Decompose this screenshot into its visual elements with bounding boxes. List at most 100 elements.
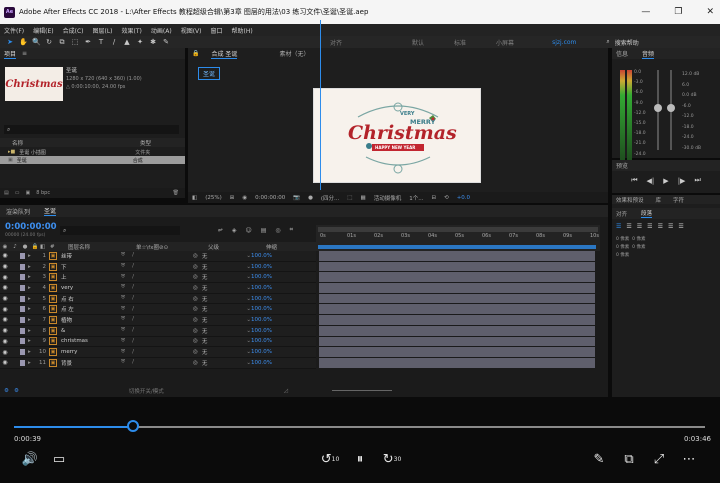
parent-value[interactable]: 无 <box>202 359 208 367</box>
play-icon[interactable]: ▶ <box>663 177 668 185</box>
parent-picker[interactable]: ◎ 无 ⌄ <box>193 273 251 281</box>
library-tab[interactable]: 库 <box>656 196 662 204</box>
label-color-swatch[interactable] <box>20 338 25 345</box>
align-center-icon[interactable]: ☰ <box>626 223 631 230</box>
col-type-header[interactable]: 类型 <box>140 139 151 147</box>
timeline-timecode[interactable]: 0:00:00:00 <box>5 222 57 232</box>
visibility-eye-icon[interactable]: ◉ <box>0 306 10 313</box>
character-tab[interactable]: 字符 <box>673 196 684 204</box>
timeline-zoom-slider[interactable] <box>332 390 392 391</box>
selection-tool-icon[interactable]: ➤ <box>6 38 14 46</box>
layer-name[interactable]: 下 <box>61 263 121 271</box>
hand-tool-icon[interactable]: ✋ <box>19 38 28 46</box>
pick-whip-icon[interactable]: ◎ <box>193 349 198 355</box>
quality-switch-icon[interactable]: / <box>132 274 134 281</box>
quality-switch-icon[interactable]: / <box>132 327 134 334</box>
pick-whip-icon[interactable]: ◎ <box>193 360 198 366</box>
parent-value[interactable]: 无 <box>202 273 208 281</box>
comp-viewer-tab[interactable]: 合成 圣诞 <box>211 49 238 59</box>
label-color-swatch[interactable] <box>20 284 25 291</box>
label-color-swatch[interactable] <box>20 252 25 259</box>
layer-switches[interactable]: ⛨ / <box>121 327 193 334</box>
toggle-switches-modes[interactable]: 切换开关/模式 <box>129 387 164 395</box>
parent-picker[interactable]: ◎ 无 ⌄ <box>193 252 251 260</box>
pick-whip-icon[interactable]: ◎ <box>193 328 198 334</box>
preview-tab[interactable]: 预览 <box>616 161 628 170</box>
annotate-pen-icon[interactable]: ✎ <box>591 450 607 468</box>
layer-name[interactable]: merry <box>61 349 121 355</box>
parent-picker[interactable]: ◎ 无 ⌄ <box>193 327 251 335</box>
parent-picker[interactable]: ◎ 无 ⌄ <box>193 305 251 313</box>
shy-icon[interactable]: ☺ <box>245 227 251 234</box>
menu-help[interactable]: 帮助(H) <box>232 26 253 35</box>
visibility-eye-icon[interactable]: ◉ <box>0 274 10 281</box>
workspace-default[interactable]: 默认 <box>412 38 424 47</box>
quality-switch-icon[interactable]: / <box>132 263 134 270</box>
label-color-swatch[interactable] <box>20 359 25 366</box>
parent-picker[interactable]: ◎ 无 ⌄ <box>193 348 251 356</box>
timeline-layer-row[interactable]: ◉ ▸ 9 ▣ christmas ⛨ / ◎ 无 ⌄ 100.0% <box>0 336 316 348</box>
close-icon[interactable]: ✕ <box>706 7 714 17</box>
frame-blend-icon[interactable]: ▤ <box>261 227 267 234</box>
shy-switch-icon[interactable]: ⛨ <box>121 306 125 313</box>
stretch-value[interactable]: 100.0% <box>251 338 272 344</box>
layer-switches[interactable]: ⛨ / <box>121 263 193 270</box>
layer-name[interactable]: christmas <box>61 338 121 344</box>
layer-switches[interactable]: ⛨ / <box>121 295 193 302</box>
last-frame-icon[interactable]: ⏭ <box>694 176 700 185</box>
col-name-header[interactable]: 名称 <box>0 139 140 147</box>
align-left-icon[interactable]: ☰ <box>616 223 621 230</box>
layer-duration-bar[interactable] <box>319 347 595 358</box>
pick-whip-icon[interactable]: ◎ <box>193 338 198 344</box>
layer-switches[interactable]: ⛨ / <box>121 274 193 281</box>
timeline-layer-row[interactable]: ◉ ▸ 2 ▣ 下 ⛨ / ◎ 无 ⌄ 100.0% <box>0 261 316 273</box>
shy-switch-icon[interactable]: ⛨ <box>121 327 125 334</box>
volume-slider-right[interactable] <box>667 104 675 112</box>
layer-name[interactable]: very <box>61 285 121 291</box>
layer-switches[interactable]: ⛨ / <box>121 338 193 345</box>
exposure-value[interactable]: +0.0 <box>457 195 470 201</box>
new-folder-icon[interactable]: ▭ <box>15 190 20 196</box>
layer-duration-bar[interactable] <box>319 293 595 305</box>
paragraph-tab[interactable]: 段落 <box>641 209 653 218</box>
shy-switch-icon[interactable]: ⛨ <box>121 284 125 291</box>
visibility-eye-icon[interactable]: ◉ <box>0 349 10 356</box>
visibility-eye-icon[interactable]: ◉ <box>0 327 10 334</box>
zoom-dropdown[interactable]: (25%) <box>205 195 222 201</box>
justify-center-icon[interactable]: ☰ <box>658 223 663 230</box>
visibility-eye-icon[interactable]: ◉ <box>0 284 10 291</box>
zoom-out-icon[interactable]: ◿ <box>284 388 288 394</box>
pick-whip-icon[interactable]: ◎ <box>193 306 198 312</box>
parent-value[interactable]: 无 <box>202 337 208 345</box>
label-color-swatch[interactable] <box>20 274 25 281</box>
visibility-eye-icon[interactable]: ◉ <box>0 263 10 270</box>
time-ruler[interactable]: 0s 01s 02s 03s 04s 05s 06s 07s 08s 09s 10s <box>316 225 600 251</box>
project-tab[interactable]: 项目 <box>4 49 17 59</box>
panel-menu-icon[interactable]: ≡ <box>22 50 27 57</box>
project-row-comp[interactable]: ▣ 圣诞 合成 <box>0 156 185 164</box>
grid-icon[interactable]: ⊟ <box>431 195 436 201</box>
menu-view[interactable]: 视图(V) <box>181 26 202 35</box>
parent-value[interactable]: 无 <box>202 316 208 324</box>
align-right-icon[interactable]: ☰ <box>637 223 642 230</box>
quality-switch-icon[interactable]: / <box>132 306 134 313</box>
layer-name[interactable]: 点 左 <box>61 305 121 313</box>
indent-right-value[interactable]: 0 像素 <box>632 237 645 242</box>
shy-switch-icon[interactable]: ⛨ <box>121 349 125 356</box>
audio-tab[interactable]: 音频 <box>642 49 655 59</box>
region-icon[interactable]: ⬚ <box>347 195 352 201</box>
stretch-value[interactable]: 100.0% <box>251 349 272 355</box>
pick-whip-icon[interactable]: ◎ <box>193 253 198 259</box>
menu-file[interactable]: 文件(F) <box>4 26 24 35</box>
stretch-value[interactable]: 100.0% <box>251 306 272 312</box>
workspace-small-screen[interactable]: 小屏幕 <box>496 38 514 47</box>
label-color-swatch[interactable] <box>20 349 25 356</box>
toggle-switches-icon[interactable]: ⚙ <box>4 388 9 394</box>
menu-window[interactable]: 窗口 <box>210 26 222 35</box>
layer-duration-bar[interactable] <box>319 315 595 326</box>
camera-tool-icon[interactable]: ⧉ <box>58 38 66 47</box>
layer-switches[interactable]: ⛨ / <box>121 316 193 323</box>
picture-in-picture-icon[interactable]: ⧉ <box>621 450 637 468</box>
pick-whip-icon[interactable]: ◎ <box>193 274 198 280</box>
align-tab[interactable]: 对齐 <box>616 210 627 218</box>
